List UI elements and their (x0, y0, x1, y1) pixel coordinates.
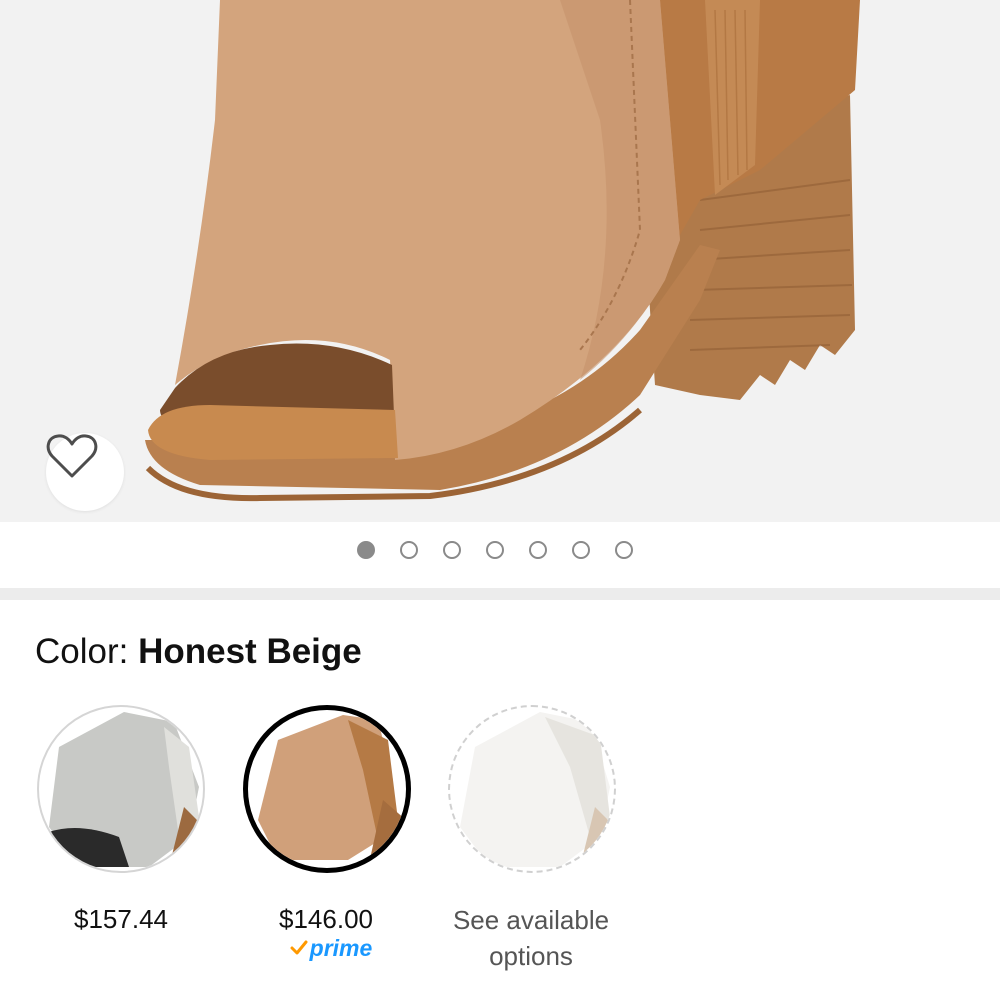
heart-outline-icon (46, 434, 98, 478)
swatch-price-grey: $157.44 (74, 904, 168, 934)
swatch-image (258, 715, 406, 868)
swatch-image (460, 712, 614, 867)
prime-label: prime (309, 934, 373, 961)
color-label-prefix: Color: (35, 632, 139, 671)
pagination-dot-1[interactable] (357, 541, 375, 559)
color-label: Color: Honest Beige (35, 632, 362, 672)
image-pagination (0, 541, 1000, 567)
color-swatch-white[interactable] (448, 705, 616, 873)
swatch-price-honest-beige: $146.00 (279, 904, 373, 934)
see-options-line-2: options (489, 941, 573, 971)
swatch-image (49, 712, 203, 867)
pagination-dot-7[interactable] (615, 541, 633, 559)
see-available-options-link[interactable]: See available options (431, 902, 631, 974)
product-main-image[interactable] (0, 0, 1000, 522)
see-options-line-1: See available (452, 905, 610, 935)
pagination-dot-5[interactable] (529, 541, 547, 559)
checkmark-icon (290, 940, 308, 955)
product-image-carousel[interactable] (0, 0, 1000, 522)
pagination-dot-6[interactable] (572, 541, 590, 559)
pagination-dot-4[interactable] (486, 541, 504, 559)
wishlist-button[interactable] (46, 433, 124, 511)
section-divider (0, 588, 1000, 600)
color-swatch-grey[interactable] (37, 705, 205, 873)
pagination-dot-2[interactable] (400, 541, 418, 559)
selected-color-name: Honest Beige (138, 632, 362, 671)
color-swatch-honest-beige[interactable] (243, 705, 411, 873)
pagination-dot-3[interactable] (443, 541, 461, 559)
prime-badge: prime (276, 935, 386, 961)
